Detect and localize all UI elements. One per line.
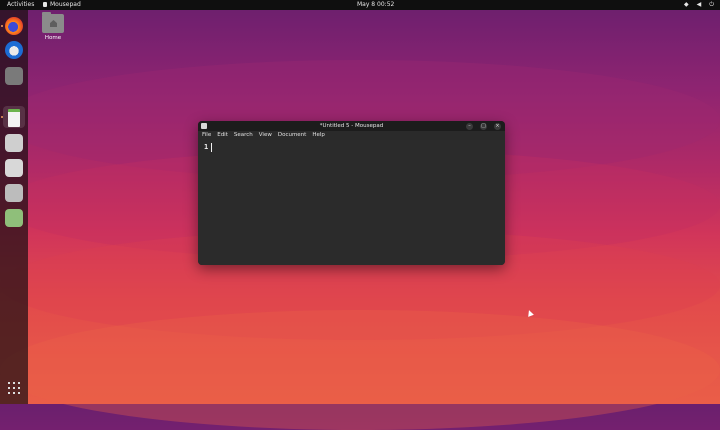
- trash-icon[interactable]: [5, 209, 23, 227]
- app-icon[interactable]: [5, 184, 23, 202]
- title-bar[interactable]: *Untitled 5 - Mousepad – □ ×: [198, 121, 505, 131]
- mousepad-window[interactable]: *Untitled 5 - Mousepad – □ × File Edit S…: [198, 121, 505, 265]
- running-indicator: [1, 25, 3, 27]
- app-icon: [43, 2, 47, 7]
- volume-icon: ◀: [696, 1, 702, 8]
- files-icon[interactable]: [5, 67, 23, 85]
- minimize-button[interactable]: –: [466, 123, 473, 130]
- show-apps-icon[interactable]: [8, 382, 20, 394]
- maximize-button[interactable]: □: [480, 123, 487, 130]
- home-label: Home: [44, 35, 62, 41]
- window-title: *Untitled 5 - Mousepad: [319, 123, 384, 129]
- menu-help[interactable]: Help: [312, 131, 325, 140]
- app-name: Mousepad: [50, 1, 81, 8]
- menu-view[interactable]: View: [259, 131, 272, 140]
- power-icon: ⏻: [709, 1, 714, 8]
- app-menu[interactable]: Mousepad: [43, 0, 81, 10]
- text-editor-glyph: [8, 109, 20, 127]
- thunderbird-icon[interactable]: [5, 41, 23, 59]
- menu-bar: File Edit Search View Document Help: [198, 131, 505, 140]
- desktop-home[interactable]: Home: [40, 12, 66, 41]
- wallpaper-wave: [0, 310, 720, 430]
- firefox-icon[interactable]: [5, 17, 23, 35]
- menu-edit[interactable]: Edit: [217, 131, 228, 140]
- dock: [0, 10, 28, 404]
- activities-button[interactable]: Activities: [7, 0, 34, 10]
- app-icon[interactable]: [5, 159, 23, 177]
- running-indicator: [1, 116, 3, 118]
- menu-document[interactable]: Document: [278, 131, 307, 140]
- menu-search[interactable]: Search: [234, 131, 253, 140]
- mousepad-icon: [201, 123, 207, 129]
- text-editor-icon[interactable]: [3, 106, 25, 128]
- app-icon[interactable]: [5, 134, 23, 152]
- system-tray[interactable]: ◆ ◀ ⏻: [684, 0, 714, 10]
- text-caret: [211, 143, 212, 152]
- close-button[interactable]: ×: [494, 123, 501, 130]
- top-bar: Activities Mousepad May 8 00:52 ◆ ◀ ⏻: [0, 0, 720, 10]
- line-number: 1: [204, 143, 209, 151]
- clock[interactable]: May 8 00:52: [357, 0, 394, 10]
- text-area[interactable]: 1: [198, 140, 505, 265]
- home-folder-icon: [42, 12, 64, 33]
- network-icon: ◆: [684, 1, 689, 8]
- menu-file[interactable]: File: [202, 131, 211, 140]
